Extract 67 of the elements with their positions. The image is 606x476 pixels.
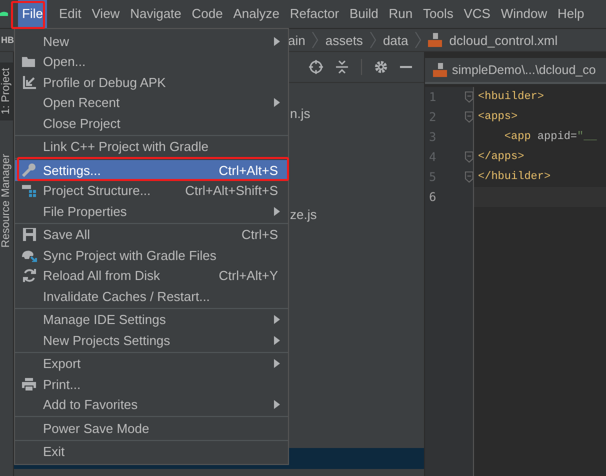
menu-bar-item[interactable]: View bbox=[88, 0, 124, 28]
menu-item[interactable]: Open Recent bbox=[15, 92, 288, 113]
structure-icon bbox=[22, 184, 36, 197]
breadcrumb-item[interactable]: data bbox=[382, 32, 408, 48]
menu-bar-item[interactable]: Refactor bbox=[286, 0, 344, 28]
menu-item[interactable]: Export bbox=[15, 354, 288, 374]
menu-bar-item[interactable]: VCS bbox=[460, 0, 494, 28]
breadcrumb-item[interactable]: ain bbox=[288, 32, 306, 48]
locate-icon[interactable] bbox=[309, 60, 323, 74]
menu-item[interactable]: Add to Favorites bbox=[15, 394, 288, 415]
menu-item[interactable]: Save All Ctrl+S bbox=[15, 224, 288, 245]
fold-marker-icon[interactable] bbox=[464, 151, 473, 163]
chevron-icon bbox=[370, 32, 376, 48]
menu-item[interactable]: Invalidate Caches / Restart... bbox=[15, 286, 288, 306]
project-name[interactable]: HB bbox=[0, 35, 15, 45]
menu-item[interactable]: Print... bbox=[15, 374, 288, 394]
chevron-icon bbox=[312, 32, 318, 48]
menu-item[interactable]: Close Project bbox=[15, 113, 288, 134]
menu-item[interactable]: Power Save Mode bbox=[15, 418, 288, 438]
tool-window-tab[interactable]: Resource Manager bbox=[0, 148, 13, 254]
xml-file-icon bbox=[433, 63, 447, 77]
menu-item[interactable]: Exit bbox=[15, 442, 288, 462]
collapse-icon[interactable] bbox=[335, 60, 349, 74]
code-line: <app appid="__ bbox=[503, 131, 597, 143]
folder-icon bbox=[22, 56, 36, 68]
menu-bar-item[interactable]: Build bbox=[345, 0, 382, 28]
wrench-icon bbox=[22, 163, 36, 178]
menu-item[interactable]: New bbox=[15, 31, 288, 52]
elephant-sync-icon bbox=[22, 248, 36, 262]
android-icon bbox=[0, 9, 8, 19]
menu-item[interactable]: File Properties bbox=[15, 201, 288, 222]
code-line: </hbuilder> bbox=[478, 171, 551, 183]
code-line: </apps> bbox=[478, 151, 524, 163]
fold-marker-icon[interactable] bbox=[464, 171, 473, 183]
menu-bar-item[interactable]: Help bbox=[554, 0, 588, 28]
chevron-icon bbox=[415, 32, 422, 48]
tool-window-tab[interactable]: 1: Project bbox=[0, 62, 13, 120]
menu-item[interactable]: Profile or Debug APK bbox=[15, 72, 288, 92]
code-line: <apps> bbox=[478, 111, 518, 123]
menu-bar-item[interactable]: Window bbox=[496, 0, 552, 28]
line-number: 6 bbox=[428, 190, 438, 204]
xml-file-icon bbox=[428, 33, 442, 47]
menu-bar-item[interactable]: Edit bbox=[54, 0, 86, 28]
menu-bar-item[interactable]: Code bbox=[188, 0, 227, 28]
menu-bar-item[interactable]: Analyze bbox=[229, 0, 284, 28]
breadcrumb-item[interactable]: assets bbox=[325, 32, 363, 48]
tree-item[interactable]: ze.js bbox=[290, 207, 317, 222]
menu-bar-item[interactable]: Tools bbox=[419, 0, 458, 28]
settings-icon[interactable] bbox=[374, 60, 388, 74]
breadcrumb-item[interactable]: dcloud_control.xml bbox=[449, 32, 558, 48]
fold-marker-icon[interactable] bbox=[464, 91, 473, 103]
tree-item[interactable]: n.js bbox=[290, 106, 310, 121]
reload-icon bbox=[22, 269, 36, 282]
menu-item[interactable]: New Projects Settings bbox=[15, 330, 288, 350]
menu-item[interactable]: Link C++ Project with Gradle bbox=[15, 136, 288, 157]
menu-item[interactable]: Sync Project with Gradle Files bbox=[15, 245, 288, 266]
menu-item[interactable]: Open... bbox=[15, 52, 288, 72]
highlight-frame bbox=[11, 1, 45, 29]
menu-item[interactable]: Reload All from Disk Ctrl+Alt+Y bbox=[15, 266, 288, 286]
printer-icon bbox=[22, 378, 36, 391]
menu-bar-item[interactable]: Navigate bbox=[126, 0, 186, 28]
menu-item[interactable]: Project Structure... Ctrl+Alt+Shift+S bbox=[15, 180, 288, 201]
menu-item[interactable]: Manage IDE Settings bbox=[15, 310, 288, 330]
menu-bar-item[interactable]: Run bbox=[384, 0, 417, 28]
arrow-icon bbox=[22, 76, 36, 89]
code-line: <hbuilder> bbox=[478, 91, 544, 103]
fold-marker-icon[interactable] bbox=[464, 111, 473, 123]
